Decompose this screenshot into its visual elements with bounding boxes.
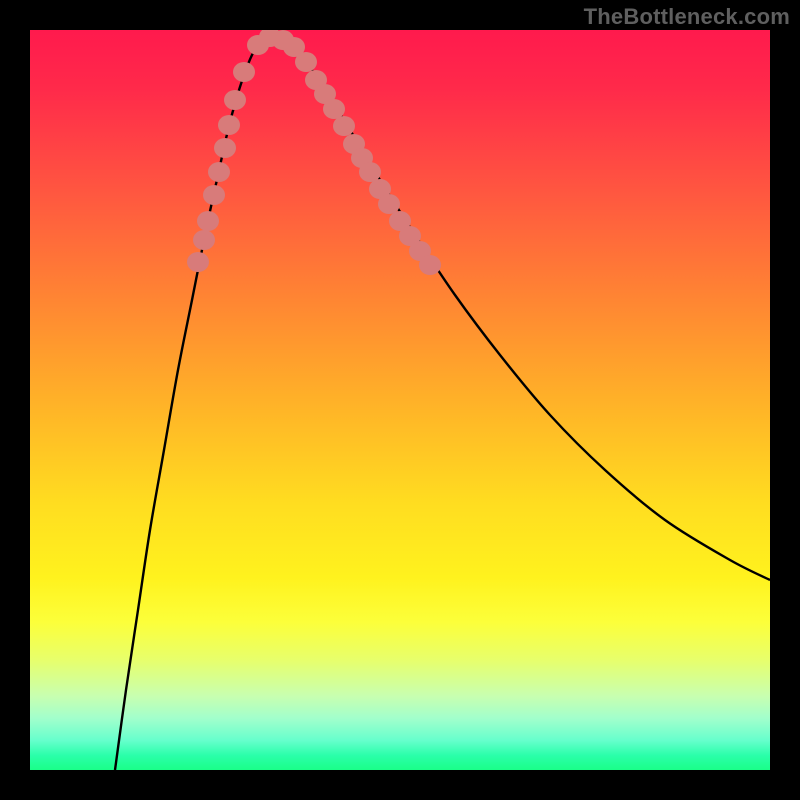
highlight-dot <box>323 99 345 119</box>
curve-path-group <box>115 34 770 770</box>
highlight-dot <box>218 115 240 135</box>
highlight-dot <box>193 230 215 250</box>
highlight-dots-group <box>187 30 441 275</box>
plot-area <box>30 30 770 770</box>
highlight-dot <box>208 162 230 182</box>
highlight-dot <box>203 185 225 205</box>
highlight-dot <box>233 62 255 82</box>
bottleneck-curve <box>115 34 770 770</box>
highlight-dot <box>224 90 246 110</box>
watermark-text: TheBottleneck.com <box>584 4 790 30</box>
bottleneck-curve-svg <box>30 30 770 770</box>
highlight-dot <box>378 194 400 214</box>
highlight-dot <box>197 211 219 231</box>
highlight-dot <box>359 162 381 182</box>
highlight-dot <box>419 255 441 275</box>
highlight-dot <box>333 116 355 136</box>
highlight-dot <box>187 252 209 272</box>
chart-frame: TheBottleneck.com <box>0 0 800 800</box>
highlight-dot <box>295 52 317 72</box>
highlight-dot <box>214 138 236 158</box>
